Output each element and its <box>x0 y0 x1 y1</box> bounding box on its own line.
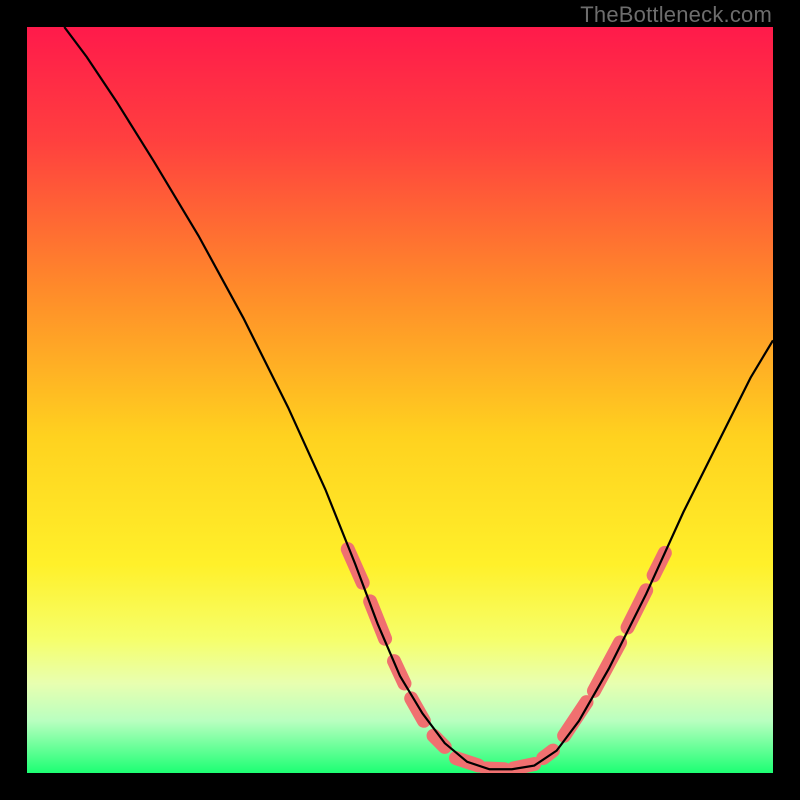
chart-frame <box>27 27 773 773</box>
chart-svg <box>27 27 773 773</box>
watermark-text: TheBottleneck.com <box>580 2 772 28</box>
